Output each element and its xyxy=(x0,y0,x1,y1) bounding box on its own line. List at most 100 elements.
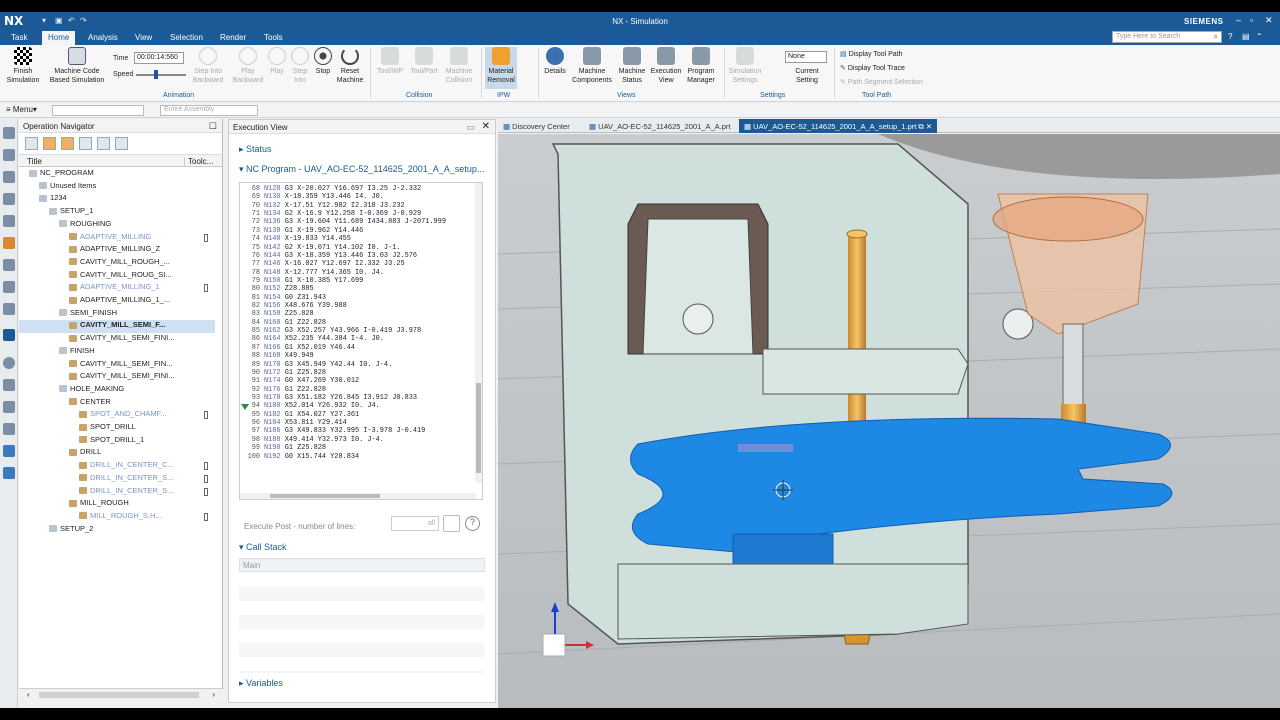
tool-part-collision-button[interactable]: Tool/Part xyxy=(408,47,440,76)
redo-icon[interactable]: ↷ xyxy=(80,16,87,25)
operation-tree-item[interactable]: Unused Items xyxy=(19,181,215,194)
operation-tree-item[interactable]: CAVITY_MILL_SEMI_FINI... xyxy=(19,333,215,346)
simulation-settings-button[interactable]: Simulation Settings xyxy=(728,47,762,85)
search-icon[interactable]: ⌕ xyxy=(1214,32,1218,42)
ribbon-minimize-icon[interactable]: ⌃ xyxy=(1256,32,1263,41)
operation-tree-item[interactable]: SETUP_2 xyxy=(19,524,215,537)
machine-library-icon[interactable] xyxy=(3,401,15,413)
operation-tree-item[interactable]: MILL_ROUGH xyxy=(19,498,215,511)
operation-tree-item[interactable]: ROUGHING xyxy=(19,219,215,232)
operation-tree-item[interactable]: CAVITY_MILL_SEMI_FIN... xyxy=(19,359,215,372)
variables-section-header[interactable]: ▸ Variables xyxy=(229,674,293,693)
operation-tree-item[interactable]: SETUP_1 xyxy=(19,206,215,219)
geometry-view-icon[interactable] xyxy=(61,137,74,150)
command-search-input[interactable]: Type Here to Search ⌕ xyxy=(1112,31,1222,43)
operation-tree-item[interactable]: SEMI_FINISH xyxy=(19,308,215,321)
panel-restore-icon[interactable]: ▭ xyxy=(466,122,475,133)
nc-code-line[interactable]: 94 N180 X52.014 Y26.932 I0. J4. xyxy=(240,402,476,410)
panel-icon[interactable]: ▤ xyxy=(1242,32,1250,41)
setting-select[interactable]: None xyxy=(785,51,827,63)
nc-code-line[interactable]: 88 N168 X49.949 xyxy=(240,352,476,360)
machine-status-button[interactable]: Machine Status xyxy=(616,47,648,85)
nc-code-line[interactable]: 73 N138 G1 X-19.962 Y14.446 xyxy=(240,227,476,235)
scroll-right-icon[interactable]: › xyxy=(212,690,215,699)
display-tool-trace-button[interactable]: ✎ Display Tool Trace xyxy=(840,64,905,72)
nc-code-line[interactable]: 95 N182 G1 X54.027 Y27.361 xyxy=(240,411,476,419)
operation-tree-item[interactable]: DRILL xyxy=(19,447,215,460)
tool-wp-collision-button[interactable]: Tool/WP xyxy=(374,47,406,76)
play-button[interactable]: Play xyxy=(266,47,288,76)
current-setting-button[interactable]: Current Setting xyxy=(788,67,826,85)
help-icon[interactable]: ? xyxy=(1228,32,1232,41)
navigator-horizontal-scrollbar[interactable]: ‹ › xyxy=(19,688,223,700)
palette-icon[interactable] xyxy=(3,379,15,391)
code-scroll-thumb[interactable] xyxy=(476,383,481,473)
tab-selection[interactable]: Selection xyxy=(170,33,203,42)
operation-tree-item[interactable]: CAVITY_MILL_SEMI_F... xyxy=(19,320,215,334)
nc-code-line[interactable]: 92 N176 G1 Z22.828 xyxy=(240,386,476,394)
panel-maximize-icon[interactable]: ☐ xyxy=(209,121,217,132)
assembly-navigator-icon[interactable] xyxy=(3,127,15,139)
nc-code-line[interactable]: 79 N150 G1 X-10.385 Y17.699 xyxy=(240,277,476,285)
path-segment-selection-button[interactable]: ✎ Path Segment Selection xyxy=(840,78,923,86)
machine-tool-navigator-icon[interactable] xyxy=(3,215,15,227)
help-circle-icon[interactable]: ? xyxy=(465,516,480,531)
history-icon[interactable] xyxy=(3,357,15,369)
play-backward-button[interactable]: Play Backward xyxy=(230,47,266,85)
nc-code-line[interactable]: 68 N128 G3 X-20.027 Y16.697 I3.25 J-2.332 xyxy=(240,185,476,193)
operation-tree-item[interactable]: SPOT_AND_CHAMF... xyxy=(19,409,215,422)
tab-close-icon[interactable]: ⧉ ✕ xyxy=(916,122,932,131)
nc-code-listing[interactable]: 68 N128 G3 X-20.027 Y16.697 I3.25 J-2.332… xyxy=(239,182,483,500)
create-program-icon[interactable] xyxy=(97,137,110,150)
call-stack-section-header[interactable]: ▾ Call Stack xyxy=(229,538,297,557)
reuse-library-icon[interactable] xyxy=(3,193,15,205)
program-manager-button[interactable]: Program Manager xyxy=(684,47,718,85)
graphics-viewport[interactable] xyxy=(498,134,1280,708)
operation-tree-item[interactable]: HOLE_MAKING xyxy=(19,384,215,397)
operation-tree-item[interactable]: ADAPTIVE_MILLING_1_... xyxy=(19,295,215,308)
nc-code-line[interactable]: 78 N148 X-12.777 Y14.365 I0. J4. xyxy=(240,269,476,277)
operation-navigator-icon[interactable] xyxy=(3,237,15,249)
nc-code-line[interactable]: 81 N154 G0 Z31.943 xyxy=(240,294,476,302)
tab-discovery-center[interactable]: ▦ Discovery Center xyxy=(498,119,575,133)
machine-components-button[interactable]: Machine Components xyxy=(570,47,614,85)
call-stack-list[interactable] xyxy=(239,573,485,673)
nc-code-line[interactable]: 76 N144 G3 X-18.359 Y13.446 I3.03 J2.576 xyxy=(240,252,476,260)
machine-code-simulation-button[interactable]: Machine Code Based Simulation xyxy=(44,47,110,85)
nc-code-line[interactable]: 69 N130 X-18.359 Y13.446 I4. J0. xyxy=(240,193,476,201)
material-removal-button[interactable]: Material Removal xyxy=(485,47,517,89)
scroll-left-icon[interactable]: ‹ xyxy=(27,690,30,699)
tab-render[interactable]: Render xyxy=(220,33,246,42)
selection-filter-select[interactable] xyxy=(52,105,144,116)
step-into-backward-button[interactable]: Step Into Backward xyxy=(190,47,226,85)
operation-tree-item[interactable]: CENTER xyxy=(19,397,215,410)
execution-view-button[interactable]: Execution View xyxy=(649,47,683,85)
assembly-scope-select[interactable]: Entire Assembly xyxy=(160,105,258,116)
operation-tree-item[interactable]: 1234 xyxy=(19,193,215,206)
tab-home[interactable]: Home xyxy=(42,31,76,45)
operation-tree-item[interactable]: DRILL_IN_CENTER_S... xyxy=(19,486,215,499)
scroll-thumb[interactable] xyxy=(39,692,199,698)
time-field[interactable]: 00:00:14:560 xyxy=(134,52,184,64)
stop-button[interactable]: Stop xyxy=(312,47,334,76)
close-icon[interactable]: ✕ xyxy=(1265,15,1273,26)
nc-code-line[interactable]: 85 N162 G3 X52.257 Y43.966 I-0.419 J3.978 xyxy=(240,327,476,335)
code-hscroll-thumb[interactable] xyxy=(270,494,380,498)
panel-close-icon[interactable]: ✕ xyxy=(482,121,490,132)
nc-code-line[interactable]: 83 N158 Z25.828 xyxy=(240,310,476,318)
system-materials-icon[interactable] xyxy=(3,303,15,315)
nc-program-section-header[interactable]: ▾ NC Program - UAV_AO-EC-52_114625_2001_… xyxy=(229,160,497,179)
tool-library-icon[interactable] xyxy=(3,423,15,435)
tab-setup-part-file[interactable]: ▦ UAV_AO-EC-52_114625_2001_A_A_setup_1.p… xyxy=(739,119,938,133)
roles-icon[interactable] xyxy=(3,281,15,293)
code-horizontal-scrollbar[interactable] xyxy=(240,493,477,499)
tab-part-file[interactable]: ▦ UAV_AO-EC-52_114625_2001_A_A.prt xyxy=(584,119,735,133)
code-vertical-scrollbar[interactable] xyxy=(475,183,482,483)
operation-tree-item[interactable]: FINISH xyxy=(19,346,215,359)
part-navigator-icon[interactable] xyxy=(3,149,15,161)
create-operation-icon[interactable] xyxy=(115,137,128,150)
machine-tool-view-icon[interactable] xyxy=(43,137,56,150)
execute-post-lines-field[interactable]: all xyxy=(391,516,439,531)
nc-code-line[interactable]: 99 N190 G1 Z25.828 xyxy=(240,444,476,452)
menu-button[interactable]: ≡ Menu▾ xyxy=(6,105,37,114)
